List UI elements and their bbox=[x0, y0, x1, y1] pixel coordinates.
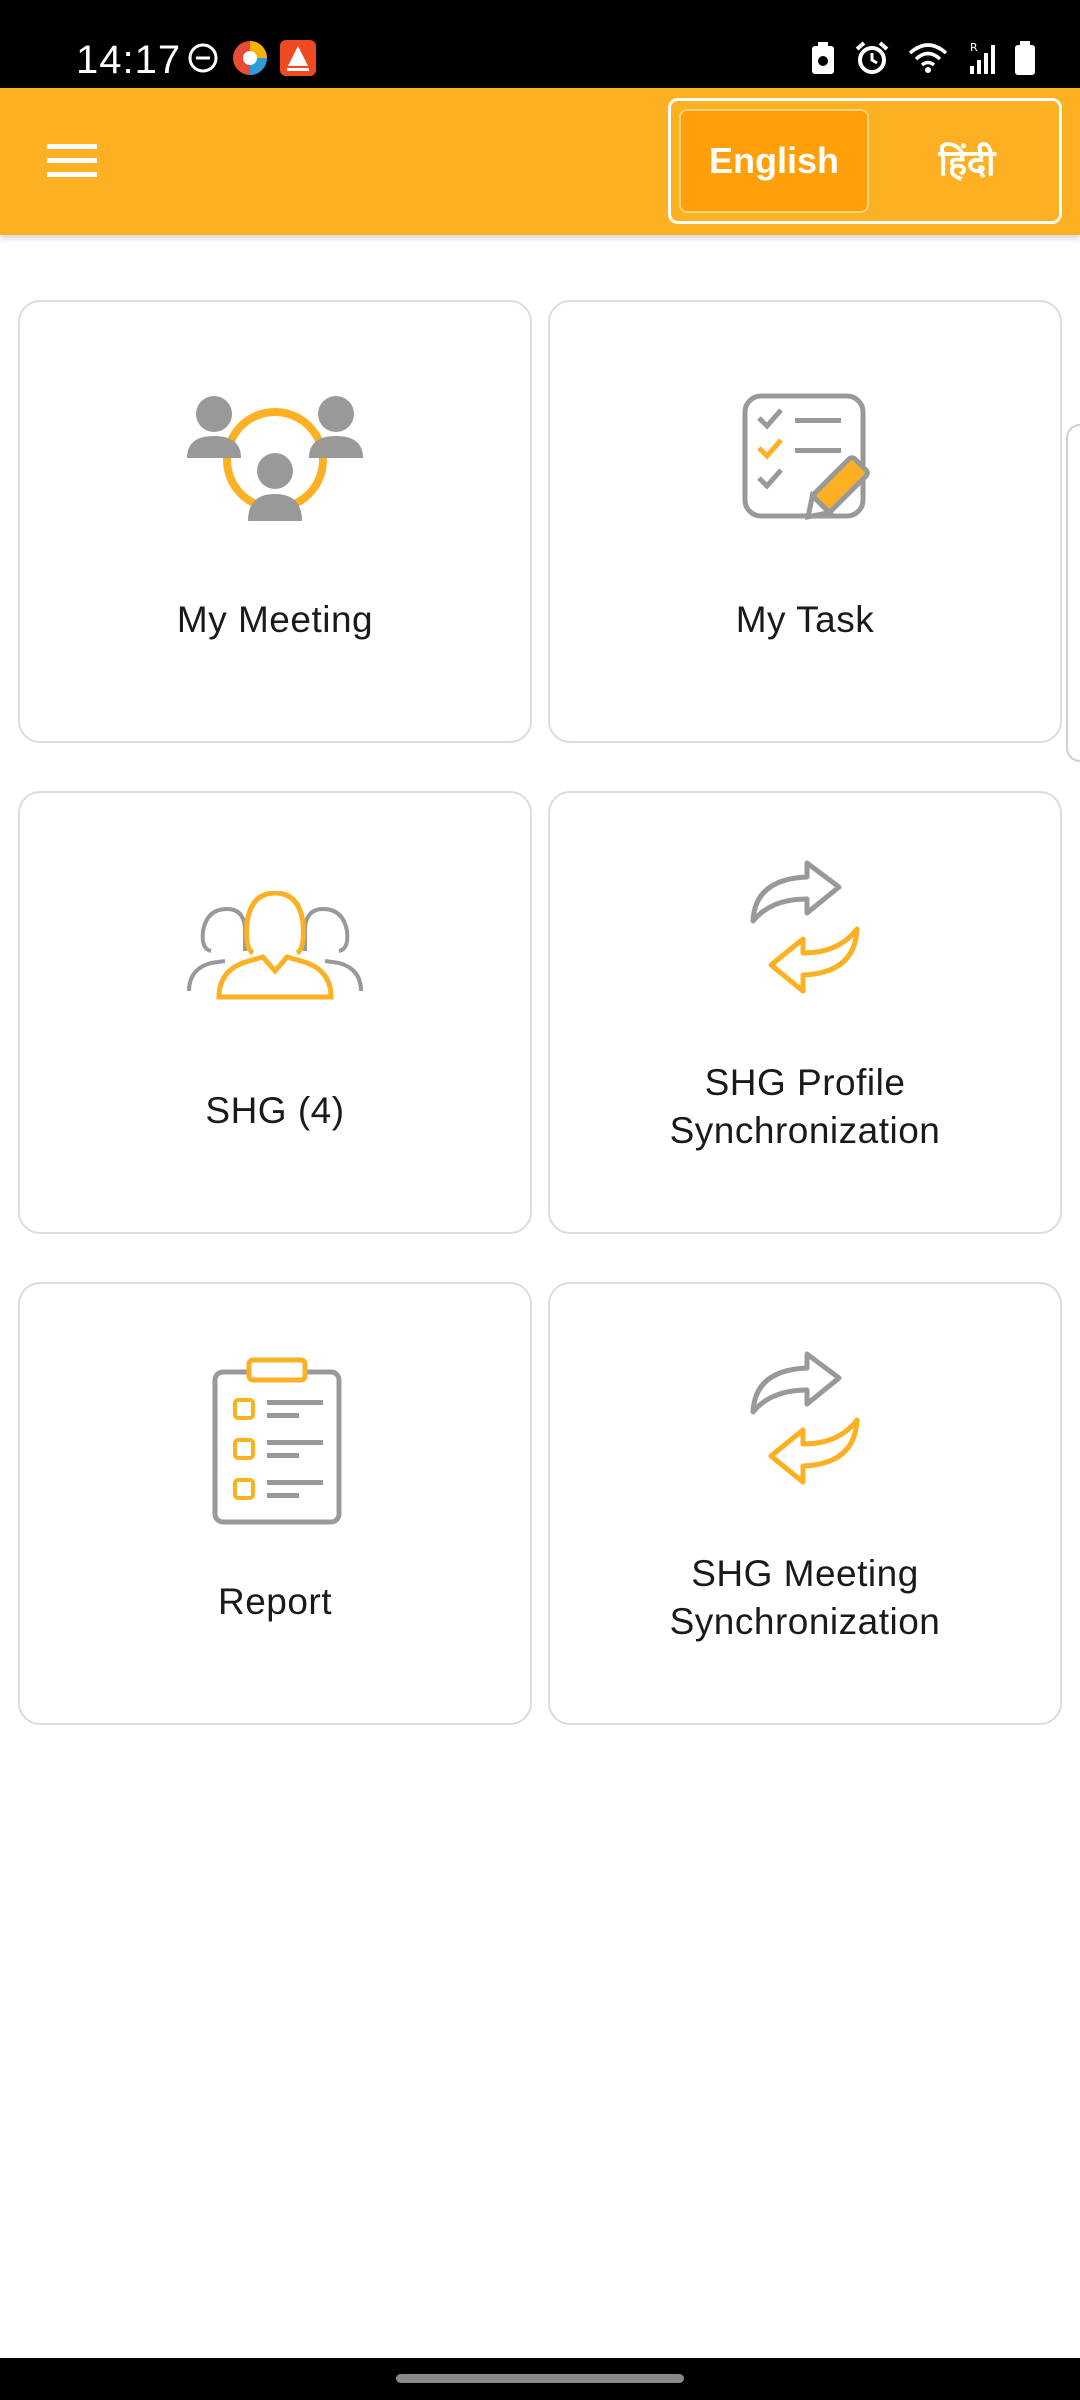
svg-text:R: R bbox=[970, 41, 978, 54]
tile-report[interactable]: Report bbox=[18, 1282, 532, 1725]
tile-my-task[interactable]: My Task bbox=[548, 300, 1062, 743]
tile-label-line: SHG Profile bbox=[704, 1062, 906, 1103]
status-time: 14:17 bbox=[76, 38, 182, 82]
system-nav-bar bbox=[0, 2358, 1080, 2400]
tile-label: SHG Meeting Synchronization bbox=[570, 1550, 1040, 1646]
tile-label: Report bbox=[217, 1581, 333, 1622]
status-left-icons bbox=[186, 36, 316, 84]
app-bar: English हिंदी bbox=[0, 88, 1080, 235]
status-bar: 14:17 R bbox=[0, 0, 1080, 88]
tile-label-line: Synchronization bbox=[669, 1601, 941, 1642]
tile-shg-meeting-sync[interactable]: SHG Meeting Synchronization bbox=[548, 1282, 1062, 1725]
status-right-icons: R bbox=[810, 36, 1036, 84]
battery-icon bbox=[1014, 40, 1036, 81]
tile-label-line: SHG Meeting bbox=[691, 1553, 919, 1594]
sync-arrows-icon bbox=[745, 859, 865, 1004]
app-notification-icon bbox=[232, 40, 268, 81]
meeting-group-icon bbox=[185, 386, 365, 541]
language-hindi-button[interactable]: हिंदी bbox=[885, 109, 1049, 213]
hamburger-menu-icon bbox=[47, 142, 99, 185]
tile-my-meeting[interactable]: My Meeting bbox=[18, 300, 532, 743]
language-toggle: English हिंदी bbox=[668, 98, 1062, 224]
menu-button[interactable] bbox=[28, 128, 118, 198]
dnd-icon bbox=[186, 41, 220, 80]
tile-label: SHG (4) bbox=[205, 1090, 345, 1131]
language-english-button[interactable]: English bbox=[679, 109, 869, 213]
tile-shg-profile-sync[interactable]: SHG Profile Synchronization bbox=[548, 791, 1062, 1234]
offscreen-card-edge bbox=[1066, 424, 1080, 762]
wifi-icon bbox=[908, 41, 948, 80]
home-gesture-handle[interactable] bbox=[396, 2374, 684, 2383]
shg-women-group-icon bbox=[185, 890, 365, 1006]
alarm-icon bbox=[854, 40, 890, 81]
tile-label: My Task bbox=[735, 599, 875, 640]
signal-icon: R bbox=[966, 40, 996, 81]
battery-saver-icon bbox=[810, 41, 836, 80]
report-clipboard-icon bbox=[205, 1356, 345, 1531]
tile-shg[interactable]: SHG (4) bbox=[18, 791, 532, 1234]
task-checklist-icon bbox=[735, 392, 875, 527]
app-alert-icon bbox=[280, 39, 316, 81]
tile-label: My Meeting bbox=[176, 599, 374, 640]
sync-arrows-icon bbox=[745, 1350, 865, 1495]
tile-label: SHG Profile Synchronization bbox=[570, 1059, 1040, 1155]
tile-label-line: Synchronization bbox=[669, 1110, 941, 1151]
